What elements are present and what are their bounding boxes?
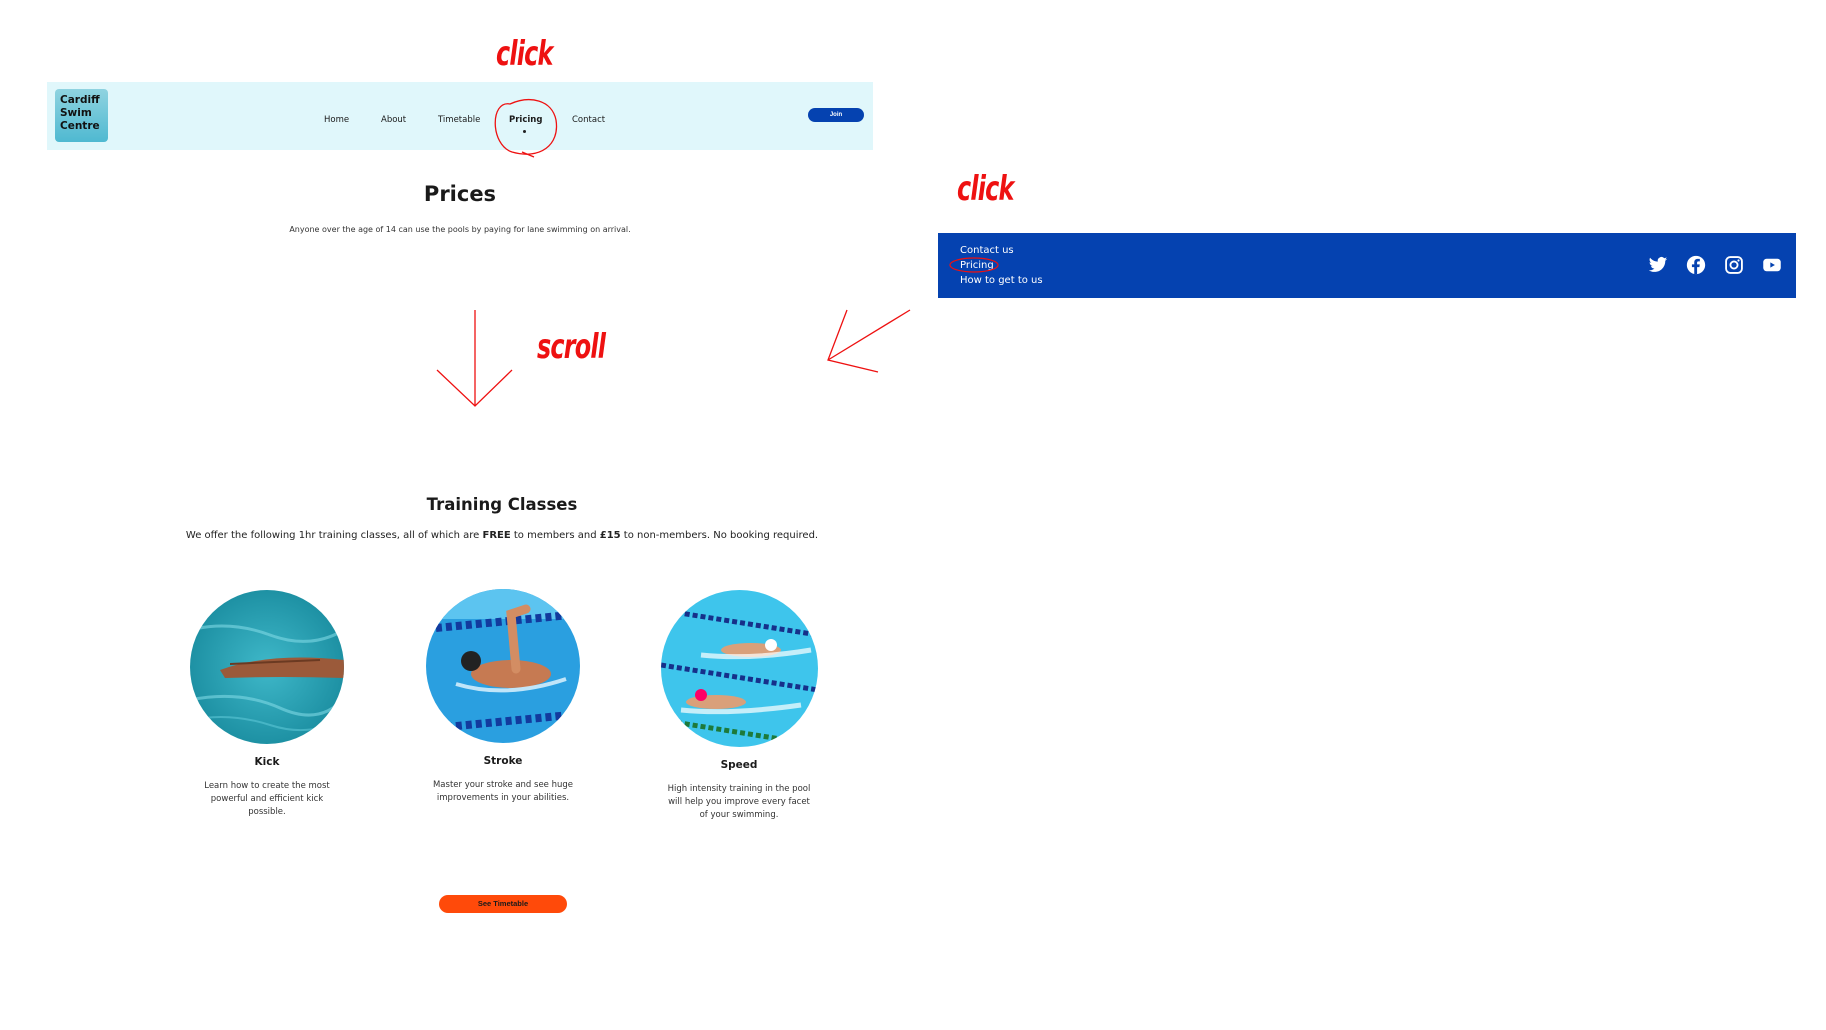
footer-link-pricing[interactable]: Pricing xyxy=(960,260,994,271)
nav-item-home[interactable]: Home xyxy=(324,115,349,125)
annotation-tail-pricing-nav xyxy=(521,151,535,158)
annotation-scroll: scroll xyxy=(537,327,606,367)
facebook-icon[interactable] xyxy=(1686,255,1706,275)
join-button[interactable]: Join xyxy=(808,108,864,122)
prices-heading: Prices xyxy=(423,182,497,206)
kick-description: Learn how to create the most powerful an… xyxy=(204,781,330,817)
class-card-speed: Speed High intensity training in the poo… xyxy=(654,590,824,822)
annotation-left-arrow-head xyxy=(827,309,879,373)
annotation-click-right: click xyxy=(957,169,1014,209)
stroke-image xyxy=(426,589,580,743)
training-price-label: £15 xyxy=(599,530,621,541)
kick-title: Kick xyxy=(254,756,280,768)
training-heading: Training Classes xyxy=(426,495,578,514)
class-card-stroke: Stroke Master your stroke and see huge i… xyxy=(418,589,588,805)
logo-line: Swim xyxy=(60,107,92,119)
youtube-icon[interactable] xyxy=(1762,255,1782,275)
training-description: We offer the following 1hr training clas… xyxy=(47,530,957,541)
footer-link-directions[interactable]: How to get to us xyxy=(960,275,1043,286)
footer: Contact us Pricing How to get to us xyxy=(938,233,1796,298)
nav-item-about[interactable]: About xyxy=(381,115,406,125)
site-logo[interactable]: Cardiff Swim Centre xyxy=(55,89,108,142)
footer-link-contact[interactable]: Contact us xyxy=(960,245,1014,256)
annotation-click-top: click xyxy=(496,34,553,74)
canvas: Cardiff Swim Centre Home About Timetable… xyxy=(0,0,1826,1030)
logo-line: Cardiff xyxy=(60,94,100,106)
stroke-title: Stroke xyxy=(483,755,523,767)
annotation-scroll-arrow-head xyxy=(436,369,513,407)
nav-item-contact[interactable]: Contact xyxy=(572,115,605,125)
kick-image xyxy=(190,590,344,744)
speed-title: Speed xyxy=(720,759,758,771)
stroke-description: Master your stroke and see huge improvem… xyxy=(432,780,574,803)
active-indicator-dot xyxy=(523,130,526,133)
nav-item-pricing[interactable]: Pricing xyxy=(509,115,542,125)
training-text-part: We offer the following 1hr training clas… xyxy=(185,530,483,541)
class-card-kick: Kick Learn how to create the most powerf… xyxy=(182,590,352,819)
navbar: Cardiff Swim Centre Home About Timetable… xyxy=(47,82,873,150)
training-free-label: FREE xyxy=(482,530,511,541)
see-timetable-button[interactable]: See Timetable xyxy=(439,895,567,913)
speed-description: High intensity training in the pool will… xyxy=(667,784,811,820)
speed-image xyxy=(660,590,818,747)
instagram-icon[interactable] xyxy=(1724,255,1744,275)
prices-description: Anyone over the age of 14 can use the po… xyxy=(289,225,631,234)
annotation-overlay xyxy=(436,99,999,407)
twitter-icon[interactable] xyxy=(1648,255,1668,275)
logo-line: Centre xyxy=(60,120,100,132)
nav-item-timetable[interactable]: Timetable xyxy=(438,115,480,125)
training-text-part: to non-members. No booking required. xyxy=(620,530,819,541)
annotation-left-arrow-shaft xyxy=(827,309,911,361)
training-text-part: to members and xyxy=(510,530,600,541)
